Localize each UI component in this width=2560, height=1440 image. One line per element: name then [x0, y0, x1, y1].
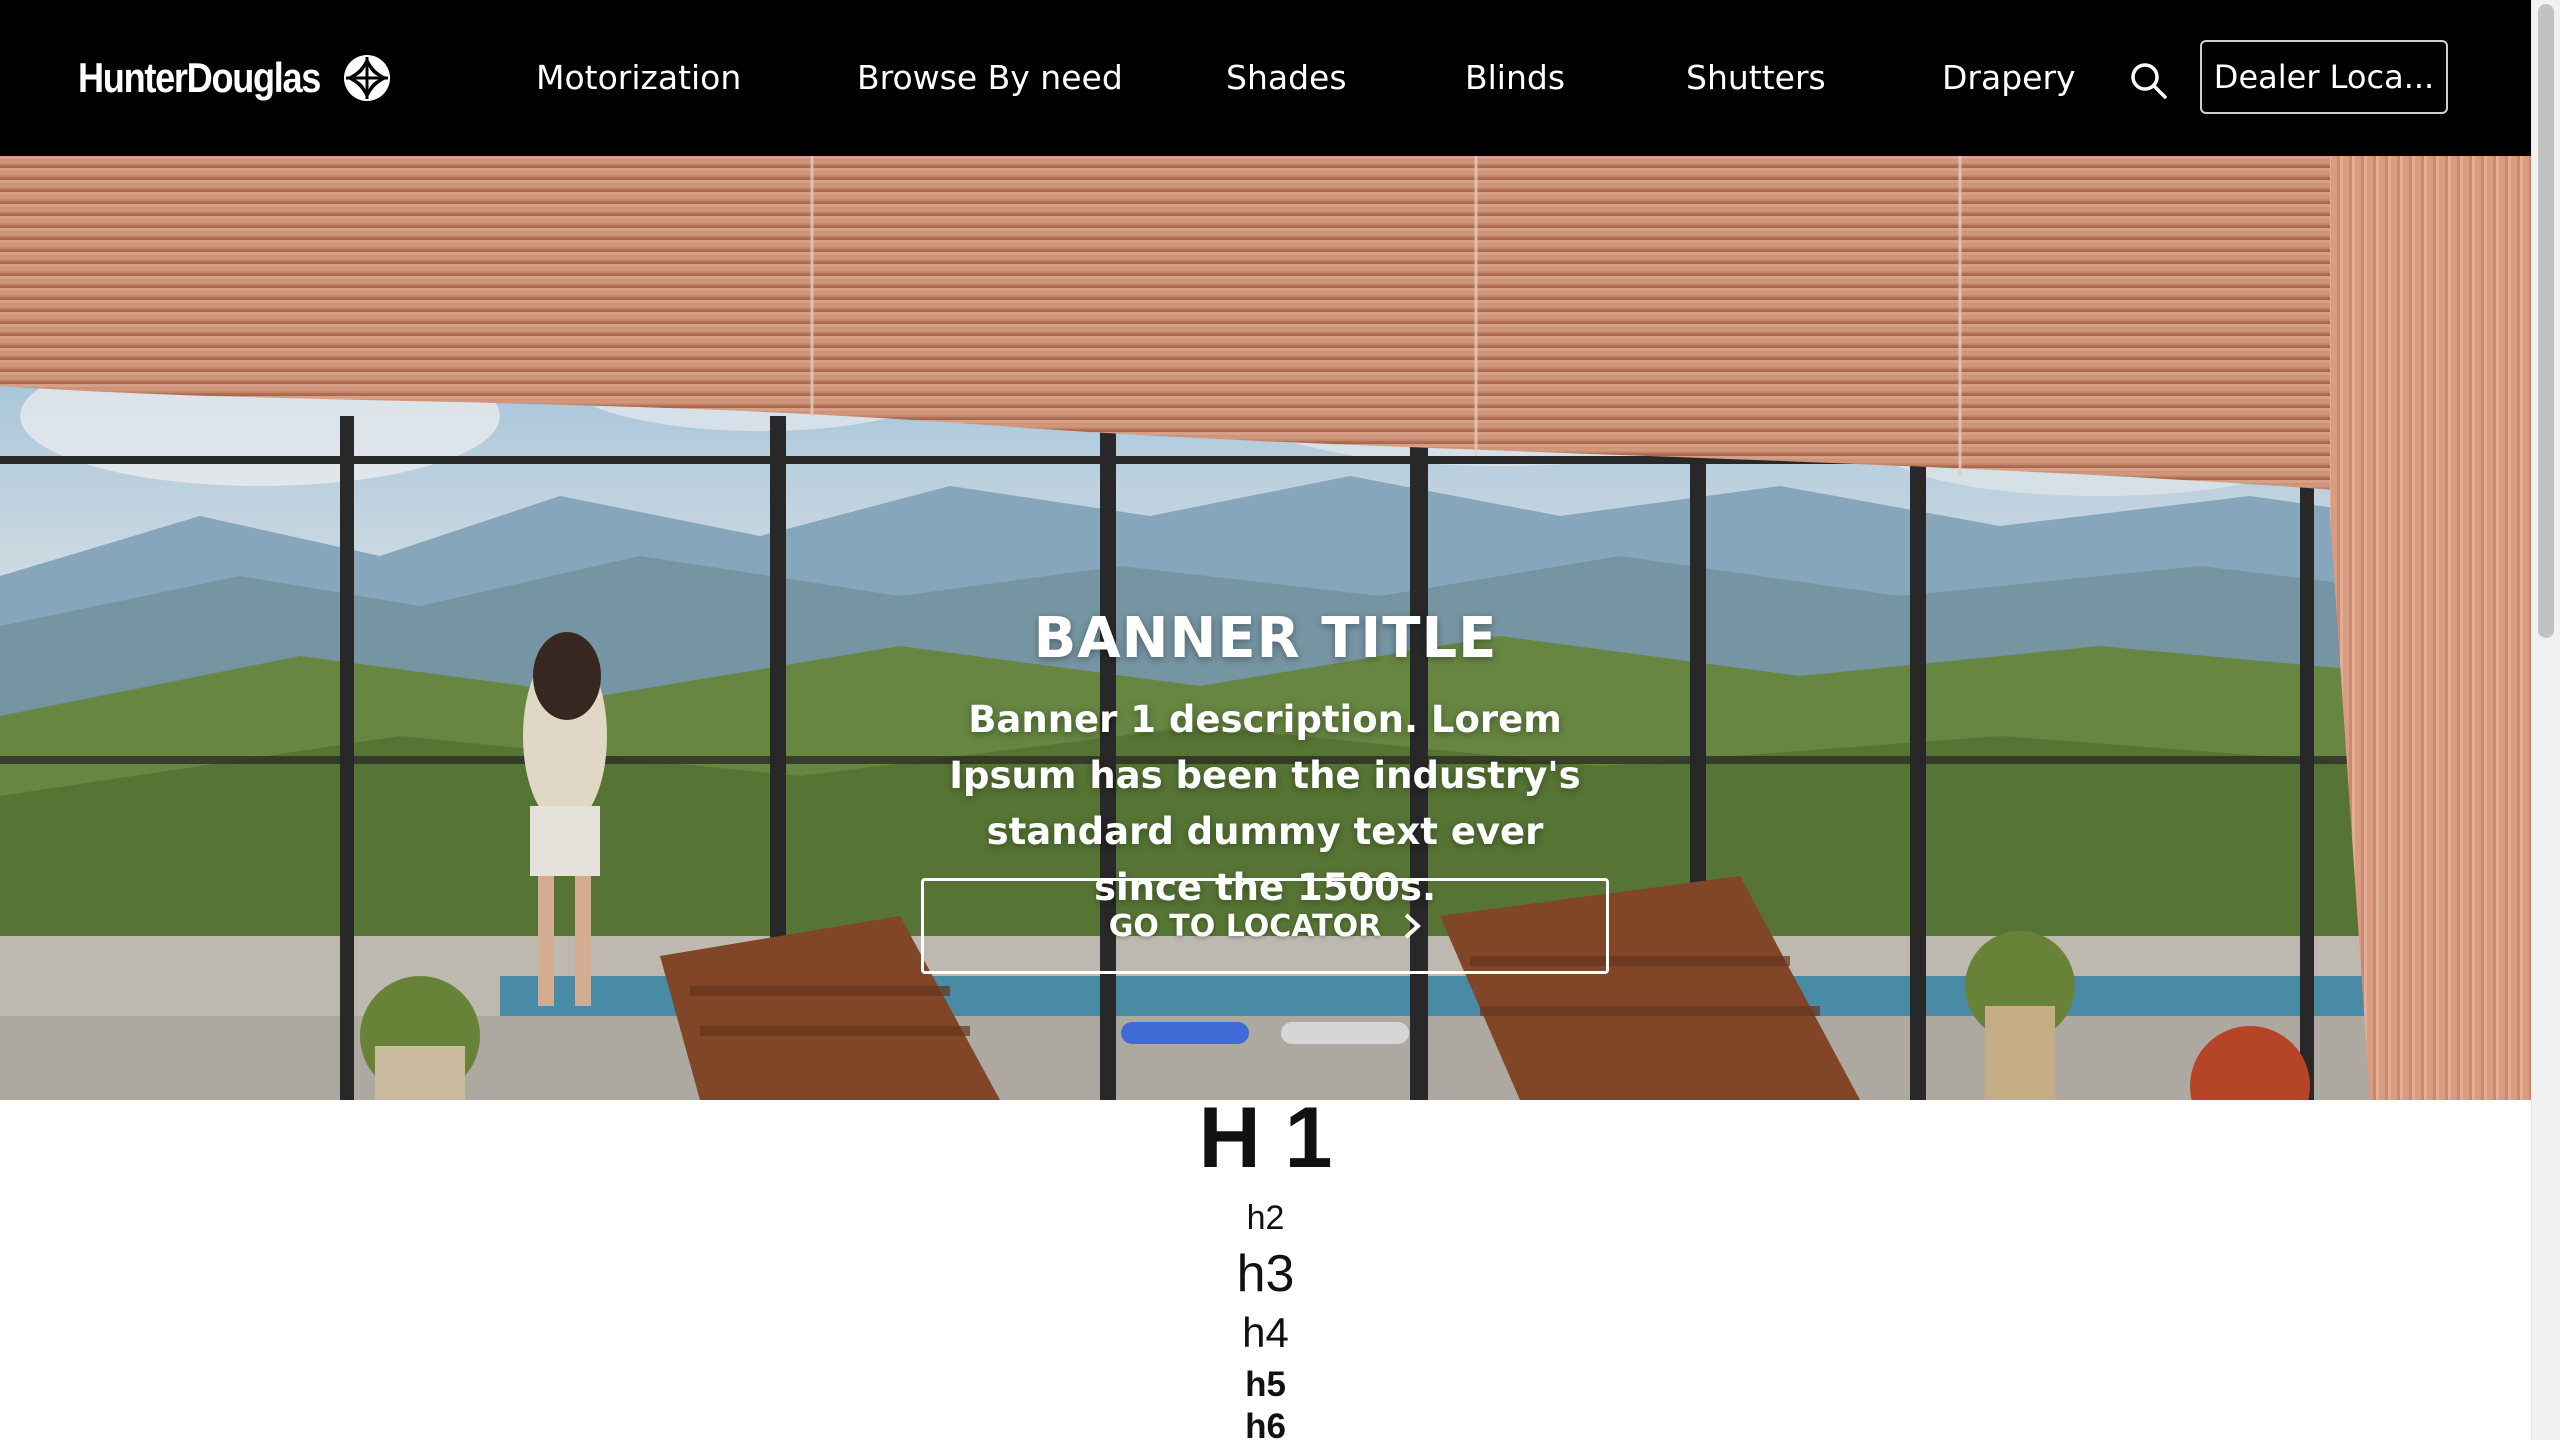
- page-viewport: HunterDouglas Motorization Browse By nee…: [0, 0, 2531, 1440]
- banner-title: BANNER TITLE: [1033, 606, 1498, 671]
- dealer-locator-label: Dealer Loca...: [2213, 58, 2435, 96]
- vertical-scrollbar[interactable]: [2531, 0, 2560, 1440]
- carousel-dot-1[interactable]: [1121, 1022, 1249, 1044]
- hero-banner: BANNER TITLE Banner 1 description. Lorem…: [0, 156, 2531, 1100]
- cta-label: GO TO LOCATOR: [1108, 908, 1382, 944]
- nav-item-motorization[interactable]: Motorization: [536, 54, 741, 102]
- heading-h2: h2: [1246, 1199, 1285, 1237]
- search-icon[interactable]: [2128, 60, 2168, 100]
- nav-item-blinds[interactable]: Blinds: [1465, 54, 1565, 102]
- go-to-locator-button[interactable]: GO TO LOCATOR: [921, 878, 1609, 974]
- dealer-locator-button[interactable]: Dealer Loca...: [2200, 40, 2448, 114]
- nav-item-drapery[interactable]: Drapery: [1942, 54, 2076, 102]
- scrollbar-thumb[interactable]: [2538, 4, 2554, 638]
- heading-h6: h6: [1245, 1407, 1286, 1440]
- nav-item-browse-by-need[interactable]: Browse By need: [857, 54, 1123, 102]
- carousel-dot-2[interactable]: [1281, 1022, 1409, 1044]
- nav-item-shades[interactable]: Shades: [1226, 54, 1347, 102]
- heading-h5: h5: [1245, 1365, 1286, 1404]
- chevron-right-icon: [1404, 913, 1422, 939]
- nav-item-shutters[interactable]: Shutters: [1686, 54, 1826, 102]
- site-header: HunterDouglas Motorization Browse By nee…: [0, 0, 2531, 156]
- heading-h4: h4: [1242, 1309, 1289, 1356]
- heading-h3: h3: [1236, 1245, 1295, 1303]
- heading-h1: H 1: [1198, 1090, 1333, 1186]
